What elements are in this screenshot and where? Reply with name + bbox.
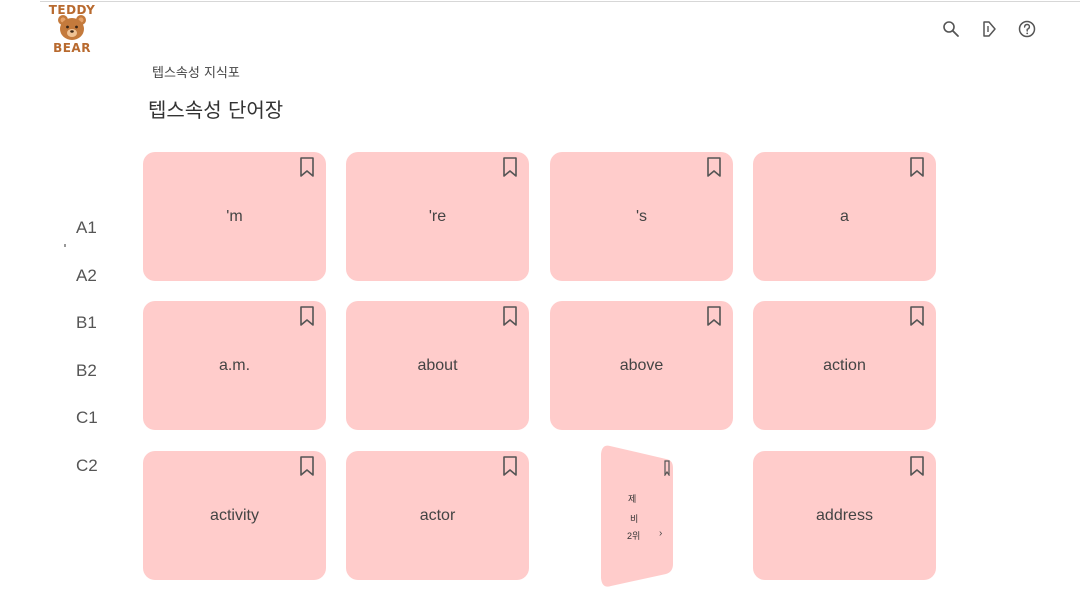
flip-card-text: 2위 xyxy=(627,531,641,541)
bookmark-icon xyxy=(503,456,517,476)
bookmark-button[interactable] xyxy=(705,305,723,327)
bookmark-button[interactable] xyxy=(908,305,926,327)
sound-button[interactable] xyxy=(980,19,1000,39)
bookmark-button[interactable] xyxy=(908,156,926,178)
level-item-b1[interactable]: B1 xyxy=(76,313,116,333)
bookmark-button[interactable] xyxy=(298,455,316,477)
bookmark-icon[interactable] xyxy=(664,460,670,477)
bookmark-icon xyxy=(707,306,721,326)
logo-bottom-text: BEAR xyxy=(53,41,91,55)
word-card[interactable]: address xyxy=(753,451,936,580)
help-icon xyxy=(1018,20,1036,38)
word-card[interactable]: actor xyxy=(346,451,529,580)
card-word: 'm xyxy=(226,208,243,225)
bookmark-icon xyxy=(707,157,721,177)
level-item-a1[interactable]: A1 xyxy=(76,218,116,238)
card-word: a.m. xyxy=(218,357,251,374)
teddy-bear-icon xyxy=(58,15,86,40)
flip-card-text: 비 xyxy=(630,514,639,524)
word-card[interactable]: about xyxy=(346,301,529,430)
search-button[interactable] xyxy=(941,19,961,39)
bookmark-button[interactable] xyxy=(501,156,519,178)
level-item-b2[interactable]: B2 xyxy=(76,361,116,381)
word-card[interactable]: 's xyxy=(550,152,733,281)
bookmark-button[interactable] xyxy=(501,455,519,477)
breadcrumb: 텝스속성 지식포 xyxy=(152,66,240,81)
help-button[interactable] xyxy=(1017,19,1037,39)
selected-level-marker xyxy=(64,244,66,247)
bookmark-icon xyxy=(503,157,517,177)
card-word: about xyxy=(417,357,458,374)
word-card[interactable]: above xyxy=(550,301,733,430)
flip-card-text: 제 xyxy=(628,494,637,504)
bookmark-icon xyxy=(300,456,314,476)
bookmark-button[interactable] xyxy=(705,156,723,178)
word-card[interactable]: action xyxy=(753,301,936,430)
bookmark-icon xyxy=(503,306,517,326)
bookmark-button[interactable] xyxy=(501,305,519,327)
page-title: 텝스속성 단어장 xyxy=(148,98,284,122)
word-card[interactable]: a.m. xyxy=(143,301,326,430)
card-word: a xyxy=(840,208,849,225)
top-divider xyxy=(40,1,1080,2)
level-item-c2[interactable]: C2 xyxy=(76,456,116,476)
bookmark-icon xyxy=(300,306,314,326)
word-card[interactable]: 're xyxy=(346,152,529,281)
level-item-a2[interactable]: A2 xyxy=(76,266,116,286)
bookmark-icon xyxy=(910,306,924,326)
sound-icon xyxy=(983,21,996,37)
card-word: 're xyxy=(428,208,447,225)
search-icon xyxy=(943,21,959,37)
flipping-word-card[interactable]: 제 비 2위 › xyxy=(600,444,674,588)
word-card[interactable]: a xyxy=(753,152,936,281)
bookmark-button[interactable] xyxy=(298,156,316,178)
arrow-right-icon: › xyxy=(659,528,663,539)
card-word: 's xyxy=(635,208,648,225)
logo[interactable]: TEDDY BEAR xyxy=(44,3,100,57)
level-item-c1[interactable]: C1 xyxy=(76,408,116,428)
word-card[interactable]: 'm xyxy=(143,152,326,281)
card-word: address xyxy=(816,507,873,524)
bookmark-icon xyxy=(300,157,314,177)
bookmark-button[interactable] xyxy=(908,455,926,477)
bookmark-button[interactable] xyxy=(298,305,316,327)
word-card[interactable]: activity xyxy=(143,451,326,580)
card-word: above xyxy=(619,357,664,374)
bookmark-icon xyxy=(910,456,924,476)
card-word: activity xyxy=(210,507,259,524)
card-word: action xyxy=(823,357,866,374)
card-word: actor xyxy=(419,507,456,524)
bookmark-icon xyxy=(910,157,924,177)
